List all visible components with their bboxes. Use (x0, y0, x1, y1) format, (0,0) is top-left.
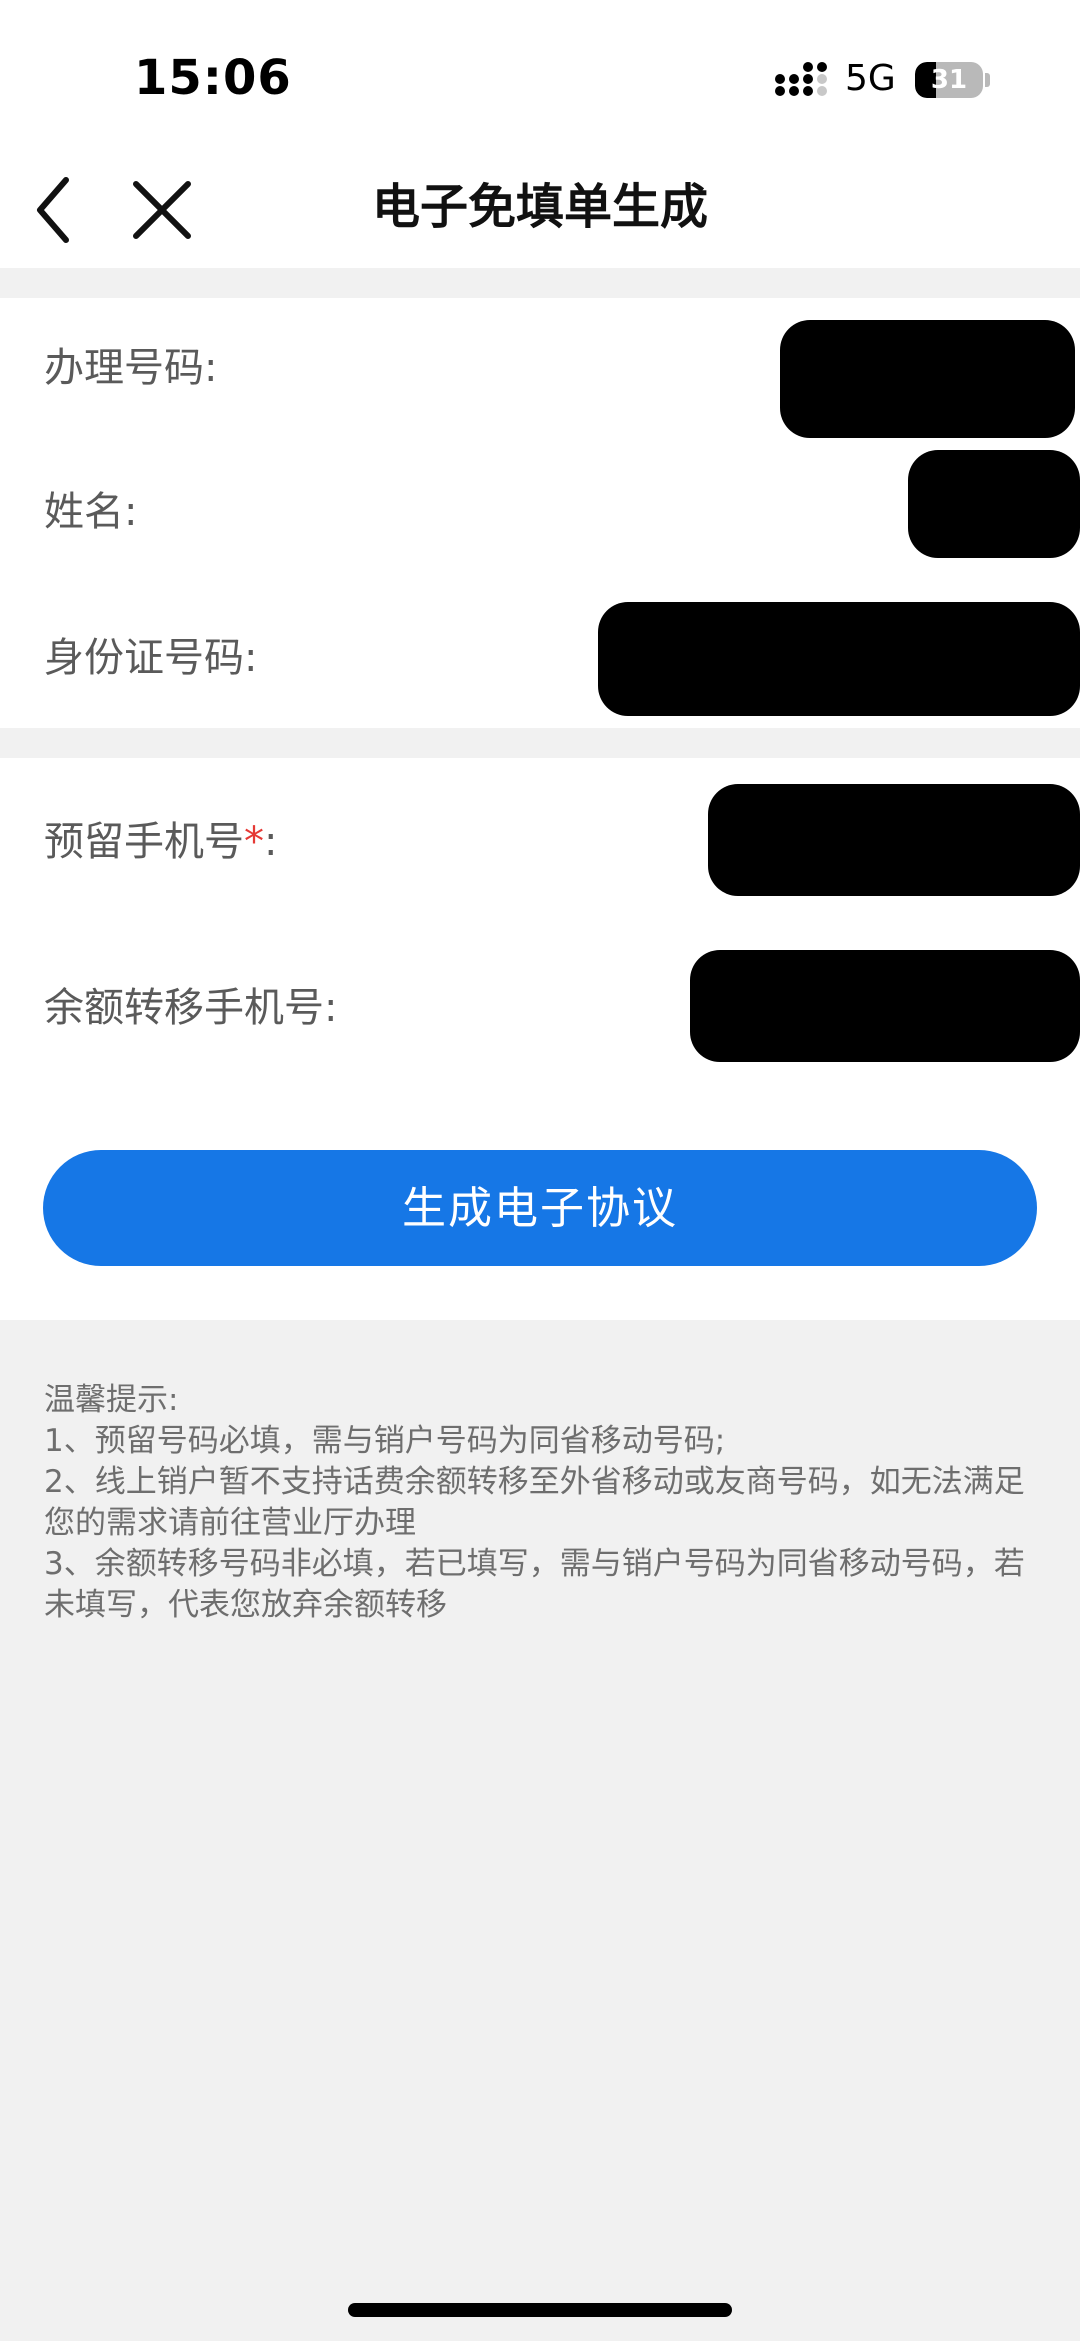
name-field: 姓名: (0, 450, 1080, 562)
home-indicator[interactable] (348, 2303, 732, 2317)
network-type: 5G (845, 58, 896, 99)
id-number-field: 身份证号码: (0, 602, 1080, 716)
redacted-transfer-phone (690, 950, 1080, 1062)
name-label: 姓名: (44, 489, 138, 535)
tips-title: 温馨提示: (44, 1382, 179, 1418)
generate-agreement-button[interactable]: 生成电子协议 (43, 1150, 1037, 1266)
battery-tip (985, 73, 990, 87)
battery-icon: 31 (915, 62, 983, 98)
close-icon (133, 181, 191, 239)
close-button[interactable] (122, 170, 202, 250)
required-mark: * (244, 819, 264, 865)
phone-settings-card: 预留手机号*: 余额转移手机号: 生成电子协议 (0, 758, 1080, 1320)
battery-level: 31 (930, 65, 968, 95)
redacted-id-number (598, 602, 1080, 716)
chevron-left-icon (37, 177, 69, 243)
tips-item: 1、预留号码必填，需与销户号码为同省移动号码; (44, 1423, 726, 1459)
balance-transfer-phone-label: 余额转移手机号: (44, 985, 338, 1031)
back-button[interactable] (22, 170, 102, 250)
phone-number-label: 办理号码: (44, 345, 218, 391)
signal-icon (775, 62, 827, 96)
phone-number-field: 办理号码: (0, 318, 1080, 438)
tips-item: 2、线上销户暂不支持话费余额转移至外省移动或友商号码，如无法满足您的需求请前往营… (44, 1464, 1025, 1541)
tips-section: 温馨提示: 1、预留号码必填，需与销户号码为同省移动号码; 2、线上销户暂不支持… (44, 1380, 1034, 1626)
balance-transfer-phone-field[interactable]: 余额转移手机号: (0, 950, 1080, 1062)
reserved-phone-label: 预留手机号*: (44, 819, 278, 865)
redacted-reserved-phone (708, 784, 1080, 896)
redacted-phone-number (780, 320, 1075, 438)
nav-bar: 电子免填单生成 (0, 150, 1080, 268)
id-number-label: 身份证号码: (44, 635, 258, 681)
tips-item: 3、余额转移号码非必填，若已填写，需与销户号码为同省移动号码，若未填写，代表您放… (44, 1546, 1025, 1623)
page-title: 电子免填单生成 (371, 179, 708, 235)
status-bar: 15:06 5G 31 (0, 0, 1080, 150)
redacted-name (908, 450, 1080, 558)
status-time: 15:06 (134, 50, 292, 106)
reserved-phone-field[interactable]: 预留手机号*: (0, 784, 1080, 896)
customer-info-card: 办理号码: 姓名: 身份证号码: (0, 298, 1080, 728)
